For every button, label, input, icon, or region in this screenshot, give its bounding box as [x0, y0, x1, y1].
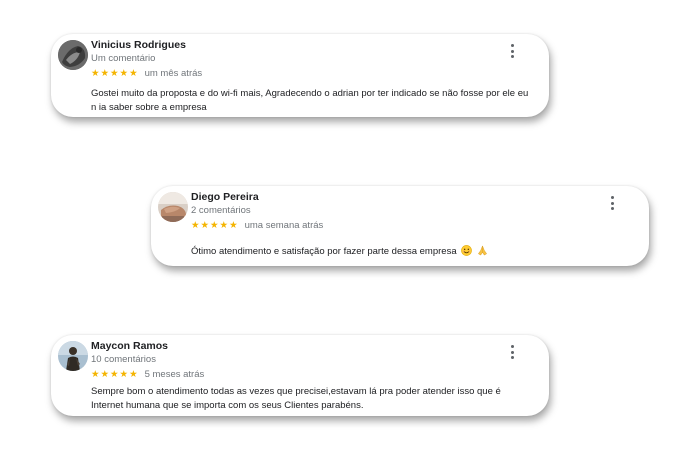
review-text: Gostei muito da proposta e do wi-fi mais… [91, 88, 529, 113]
review-count: 10 comentários [91, 354, 156, 365]
more-options-icon[interactable] [509, 44, 515, 58]
star-rating-icon: ★★★★★ [191, 220, 239, 231]
rating-row: ★★★★★ uma semana atrás [191, 220, 323, 232]
reviewer-name[interactable]: Maycon Ramos [91, 340, 168, 352]
review-text-content: Ótimo atendimento e satisfação por fazer… [191, 246, 457, 257]
smiling-face-icon [461, 245, 473, 261]
review-card: Diego Pereira 2 comentários ★★★★★ uma se… [151, 186, 649, 266]
more-options-icon[interactable] [509, 345, 515, 359]
rating-row: ★★★★★ 5 meses atrás [91, 369, 204, 381]
review-text: Sempre bom o atendimento todas as vezes … [91, 386, 501, 411]
reviewer-name[interactable]: Diego Pereira [191, 191, 259, 203]
review-text: Ótimo atendimento e satisfação por fazer… [191, 245, 631, 261]
avatar[interactable] [58, 341, 88, 371]
rating-row: ★★★★★ um mês atrás [91, 68, 202, 80]
star-rating-icon: ★★★★★ [91, 369, 139, 380]
folded-hands-icon [477, 245, 488, 261]
reviews-stage: Vinicius Rodrigues Um comentário ★★★★★ u… [0, 0, 700, 450]
review-count: Um comentário [91, 53, 156, 64]
review-date: um mês atrás [144, 68, 203, 79]
review-card: Vinicius Rodrigues Um comentário ★★★★★ u… [51, 34, 549, 117]
more-options-icon[interactable] [609, 196, 615, 210]
avatar[interactable] [158, 192, 188, 222]
star-rating-icon: ★★★★★ [91, 68, 139, 79]
review-count: 2 comentários [191, 205, 251, 216]
review-card: Maycon Ramos 10 comentários ★★★★★ 5 mese… [51, 335, 549, 416]
review-date: 5 meses atrás [144, 369, 205, 380]
review-date: uma semana atrás [244, 220, 324, 231]
avatar[interactable] [58, 40, 88, 70]
reviewer-name[interactable]: Vinicius Rodrigues [91, 39, 186, 51]
